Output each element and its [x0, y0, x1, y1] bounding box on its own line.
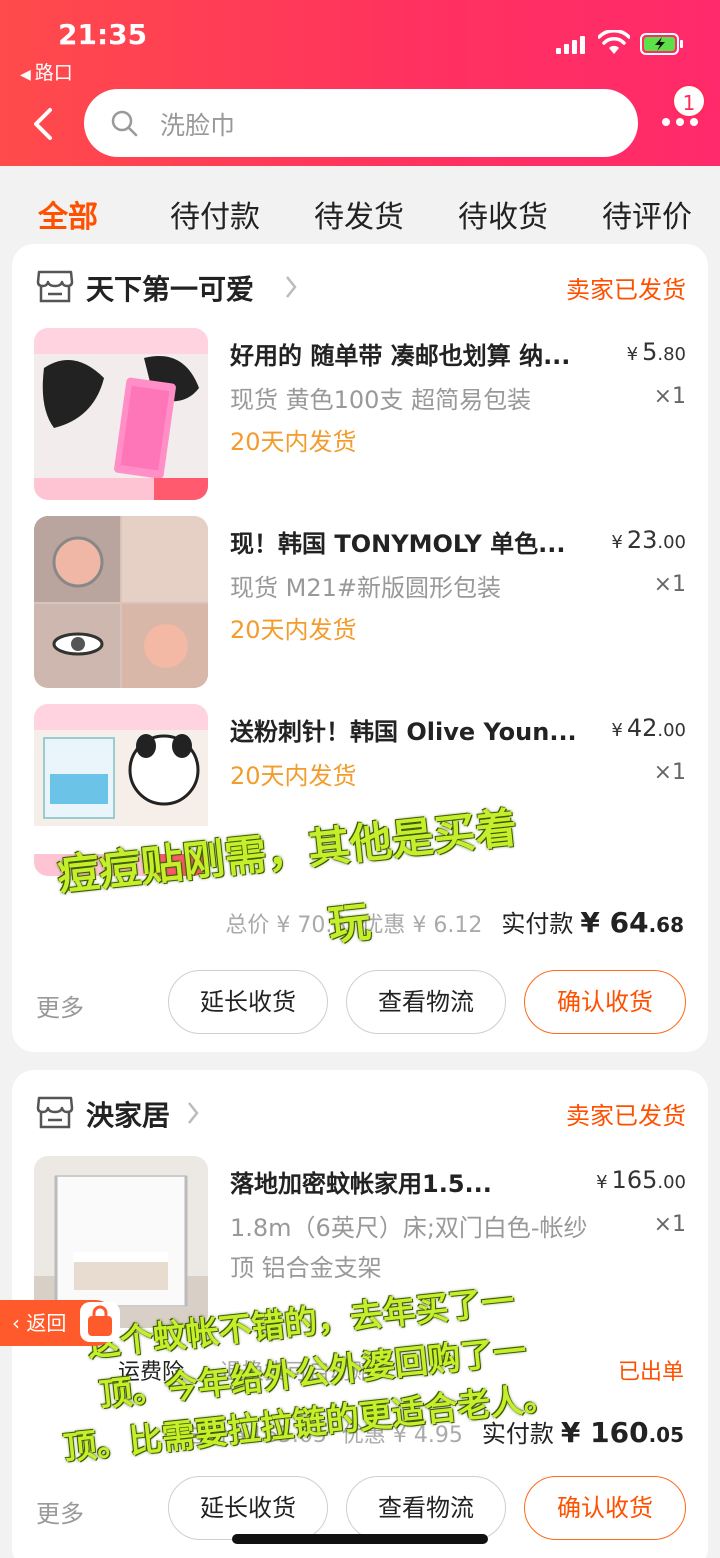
product-quantity: ×1 [653, 760, 686, 785]
price-decimal: .00 [657, 532, 686, 553]
more-link[interactable]: 更多 [36, 988, 84, 1023]
product-title: 落地加密蚊帐家用1.5... [230, 1170, 492, 1198]
shop-header[interactable]: 天下第一可爱 卖家已发货 [36, 268, 686, 308]
paid-integer: ¥ 160 [560, 1416, 649, 1449]
product-title: 现！韩国 TONYMOLY 单色... [230, 530, 566, 558]
product-price: ¥5.80 [626, 338, 686, 366]
shipping-note: 20天内发货 [230, 428, 357, 456]
product-spec: 1.8m（6英尺）床;双门白色-帐纱顶 铝合金支架 [230, 1214, 588, 1282]
chevron-right-icon [188, 1102, 199, 1124]
total-label: 总价 [225, 913, 270, 938]
price-decimal: .00 [657, 1172, 686, 1193]
paid-decimal: .68 [648, 913, 684, 937]
view-logistics-button[interactable]: 查看物流 [346, 1476, 506, 1540]
floating-back-label: 返回 [26, 1311, 67, 1335]
product-price: ¥23.00 [611, 526, 686, 554]
shop-header[interactable]: 泱家居 卖家已发货 [36, 1094, 686, 1134]
floating-back-button[interactable]: ‹ 返回 [0, 1300, 120, 1346]
shipping-note: 20天内发货 [230, 762, 357, 790]
product-quantity: ×1 [653, 572, 686, 597]
store-icon [36, 1096, 74, 1129]
extend-receipt-button[interactable]: 延长收货 [168, 970, 328, 1034]
store-icon [36, 270, 74, 303]
cellular-signal-icon [556, 34, 585, 54]
status-time: 21:35 [58, 18, 148, 51]
order-item[interactable]: 现！韩国 TONYMOLY 单色... ¥23.00 现货 M21#新版圆形包装… [34, 516, 686, 688]
product-quantity: ×1 [653, 1212, 686, 1237]
paid-integer: ¥ 64 [580, 906, 649, 939]
order-total-row: 总价 ¥ 70.8 优惠 ¥ 6.12 实付款 ¥ 64.68 [225, 904, 684, 939]
product-thumbnail[interactable] [34, 516, 208, 688]
insurance-status: 已出单 [617, 1360, 684, 1385]
product-quantity: ×1 [653, 384, 686, 409]
tab-all[interactable]: 全部 [38, 192, 98, 236]
back-triangle-icon: ◀ [20, 67, 31, 83]
price-decimal: .80 [657, 344, 686, 365]
product-price: ¥165.00 [596, 1166, 686, 1194]
status-bar: 21:35 ◀ 路口 [0, 14, 720, 84]
shipping-note: 20天内发货 [230, 616, 357, 644]
paid-amount: ¥ 64.68 [580, 906, 684, 939]
confirm-receipt-button[interactable]: 确认收货 [524, 1476, 686, 1540]
chevron-left-icon: ‹ [12, 1311, 27, 1335]
back-app-label: 路口 [34, 62, 73, 84]
search-placeholder: 洗脸巾 [160, 111, 236, 140]
home-indicator [232, 1534, 488, 1544]
tab-pending-payment[interactable]: 待付款 [170, 192, 260, 236]
more-link[interactable]: 更多 [36, 1494, 84, 1529]
header-bar: 21:35 ◀ 路口 洗脸巾 1 [0, 0, 720, 166]
message-count-badge: 1 [672, 84, 706, 118]
view-logistics-button[interactable]: 查看物流 [346, 970, 506, 1034]
price-integer: 5 [642, 338, 658, 366]
order-item[interactable]: 好用的 随单带 凑邮也划算 纳... ¥5.80 现货 黄色100支 超简易包装… [34, 328, 686, 500]
product-title: 送粉刺针！韩国 Olive Youn... [230, 718, 577, 746]
paid-decimal: .05 [648, 1423, 684, 1447]
product-spec: 现货 M21#新版圆形包装 [230, 574, 501, 602]
battery-charging-icon [640, 33, 683, 55]
back-to-app-link[interactable]: ◀ 路口 [20, 58, 73, 85]
wifi-icon [598, 30, 630, 54]
product-title: 好用的 随单带 凑邮也划算 纳... [230, 342, 571, 370]
tab-pending-review[interactable]: 待评价 [602, 192, 692, 236]
order-status-tabs: 全部 待付款 待发货 待收货 待评价 [0, 166, 720, 246]
order-status: 卖家已发货 [566, 276, 686, 304]
price-decimal: .00 [657, 720, 686, 741]
chevron-right-icon [286, 276, 297, 298]
search-icon [111, 110, 138, 137]
product-price: ¥42.00 [611, 714, 686, 742]
extend-receipt-button[interactable]: 延长收货 [168, 1476, 328, 1540]
shop-name: 泱家居 [86, 1099, 171, 1132]
tab-pending-shipment[interactable]: 待发货 [314, 192, 404, 236]
tab-pending-receipt[interactable]: 待收货 [458, 192, 548, 236]
back-arrow-icon[interactable] [28, 106, 58, 142]
shop-name: 天下第一可爱 [86, 273, 255, 306]
paid-label: 实付款 [501, 910, 574, 938]
overlay-note: 玩 [325, 896, 373, 951]
price-integer: 23 [626, 526, 658, 554]
shopping-bag-icon [80, 1302, 120, 1342]
price-integer: 165 [611, 1166, 658, 1194]
discount-amount: ¥ 6.12 [412, 913, 483, 938]
confirm-receipt-button[interactable]: 确认收货 [524, 970, 686, 1034]
price-integer: 42 [626, 714, 658, 742]
search-input[interactable]: 洗脸巾 [84, 89, 638, 157]
paid-amount: ¥ 160.05 [561, 1416, 684, 1449]
product-thumbnail[interactable] [34, 328, 208, 500]
product-spec: 现货 黄色100支 超简易包装 [230, 386, 532, 414]
order-status: 卖家已发货 [566, 1102, 686, 1130]
